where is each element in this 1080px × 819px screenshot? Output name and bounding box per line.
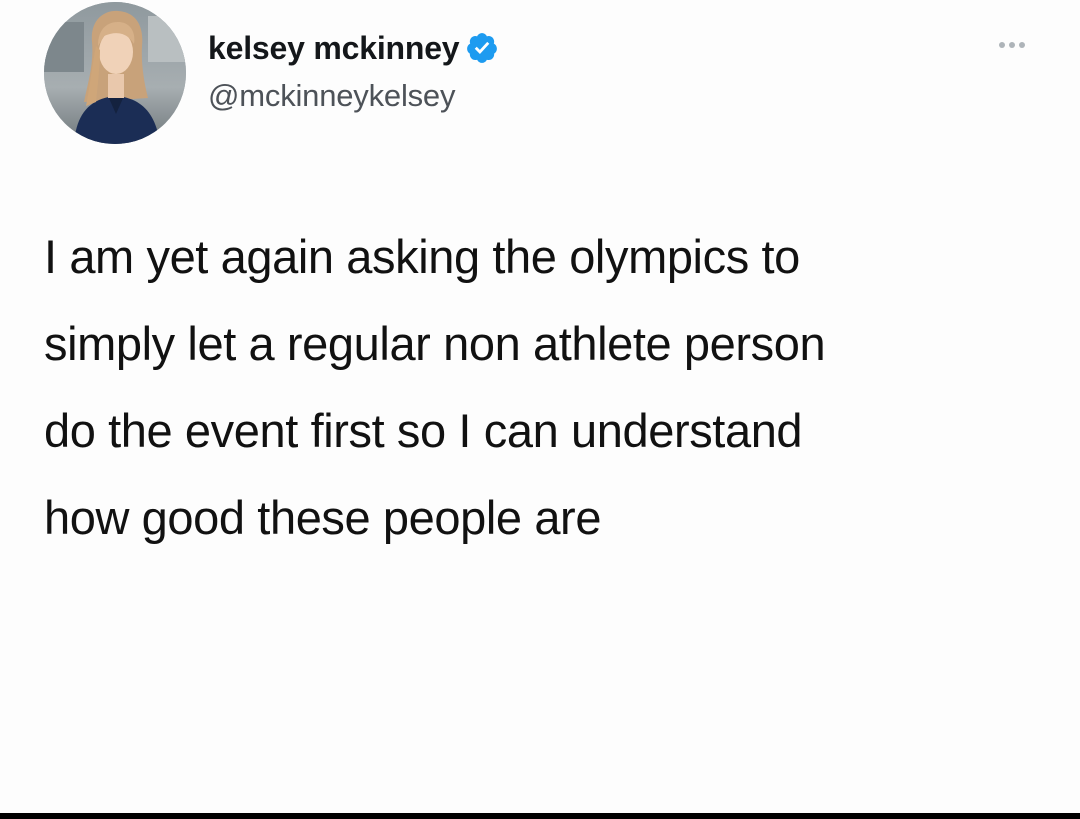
- more-horizontal-icon: [1019, 42, 1025, 48]
- more-horizontal-icon: [999, 42, 1005, 48]
- tweet-text-line: how good these people are: [44, 491, 602, 544]
- avatar[interactable]: [44, 2, 186, 144]
- display-name[interactable]: kelsey mckinney: [208, 30, 460, 67]
- tweet-text: I am yet again asking the olympics to si…: [44, 213, 1044, 561]
- tweet-text-line: I am yet again asking the olympics to: [44, 230, 800, 283]
- tweet-text-line: simply let a regular non athlete person: [44, 317, 826, 370]
- more-horizontal-icon: [1009, 42, 1015, 48]
- verified-badge-icon: [465, 31, 499, 65]
- bottom-divider: [0, 813, 1080, 819]
- more-options-button[interactable]: [988, 32, 1036, 58]
- author-name-row[interactable]: kelsey mckinney: [208, 28, 499, 68]
- tweet-text-line: do the event first so I can understand: [44, 404, 803, 457]
- tweet-card: kelsey mckinney @mckinneykelsey I am yet…: [0, 0, 1080, 813]
- author-handle[interactable]: @mckinneykelsey: [208, 78, 455, 114]
- profile-photo-icon: [44, 2, 186, 144]
